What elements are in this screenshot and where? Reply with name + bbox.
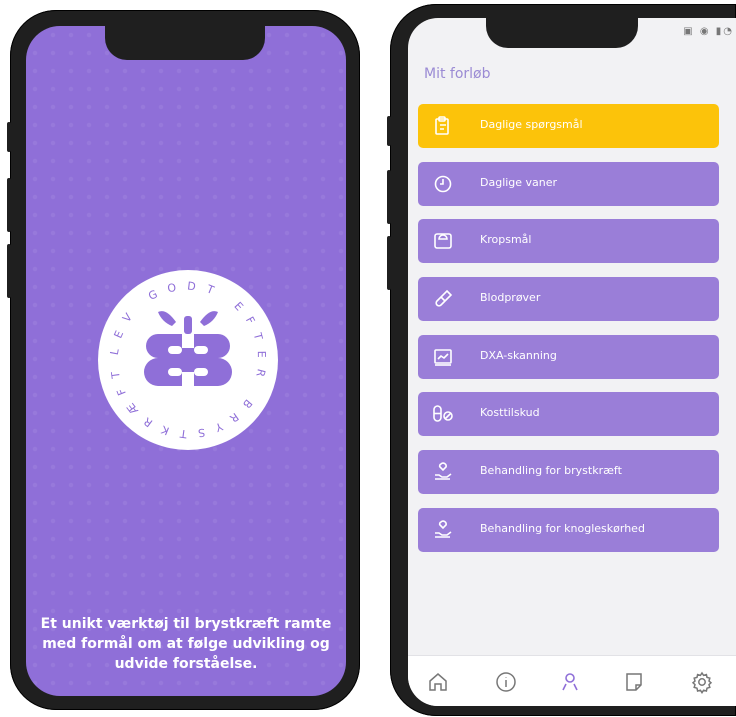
menu-item-label: Kosttilskud [480, 406, 540, 420]
tagline-line: Et unikt værktøj til brystkræft ramte [40, 616, 332, 632]
menu-item-label: DXA-skanning [480, 348, 557, 362]
clipboard-icon [435, 116, 449, 135]
person-icon[interactable] [558, 670, 582, 694]
volume-up-button [387, 170, 391, 224]
note-icon[interactable] [622, 670, 646, 694]
course-phone-frame: ▣ ◉ ▮◔ Mit forløb Daglige spørgsmål Dagl… [387, 4, 736, 716]
logo-mark-icon [144, 311, 232, 386]
tagline-line: med formål om at følge udvikling og [42, 636, 330, 652]
menu-item-blood-tests[interactable]: Blodprøver [418, 277, 719, 322]
menu-item-label: Blodprøver [480, 291, 541, 305]
care-hand-icon [435, 520, 452, 538]
phone-notch [486, 18, 638, 48]
app-logo-badge: LEV GODT EFTER BRYSTKRÆFT [98, 270, 278, 450]
menu-item-label: Kropsmål [480, 233, 532, 247]
menu-item-body-measurements[interactable]: Kropsmål [418, 219, 719, 264]
phone-notch [105, 26, 265, 60]
gear-icon[interactable] [690, 670, 714, 694]
app-tagline: Et unikt værktøj til brystkræft ramte me… [36, 614, 336, 674]
menu-item-dxa-scan[interactable]: DXA-skanning [418, 334, 719, 379]
volume-down-button [387, 236, 391, 290]
page-title: Mit forløb [424, 66, 491, 82]
menu-item-label: Daglige vaner [480, 175, 558, 189]
volume-up-button [7, 178, 11, 232]
clock-icon [434, 175, 452, 192]
volume-down-button [7, 244, 11, 298]
supplement-icon [433, 405, 453, 423]
splash-phone-frame: LEV GODT EFTER BRYSTKRÆFT Et unikt værkt… [7, 10, 360, 710]
info-icon[interactable] [494, 670, 518, 694]
menu-item-osteoporosis-treatment[interactable]: Behandling for knogleskørhed [418, 507, 719, 552]
menu-item-breast-cancer-treatment[interactable]: Behandling for brystkræft [418, 450, 719, 495]
care-hand-icon [435, 462, 452, 480]
menu-item-label: Behandling for brystkræft [480, 464, 622, 478]
tagline-line: udvide forståelse. [114, 656, 258, 672]
home-icon[interactable] [426, 670, 450, 694]
menu-item-label: Daglige spørgsmål [480, 118, 583, 131]
menu-item-supplements[interactable]: Kosttilskud [418, 392, 719, 437]
scan-chart-icon [434, 348, 452, 366]
menu-item-daily-habits[interactable]: Daglige vaner [418, 161, 719, 206]
course-menu: Daglige spørgsmål Daglige vaner Kropsmål [418, 104, 719, 566]
splash-screen: LEV GODT EFTER BRYSTKRÆFT Et unikt værkt… [26, 26, 346, 696]
test-tube-icon [435, 289, 453, 307]
menu-item-label: Behandling for knogleskørhed [480, 521, 645, 535]
mute-switch [7, 122, 11, 152]
mute-switch [387, 116, 391, 146]
bottom-tab-bar [408, 655, 736, 706]
course-screen: ▣ ◉ ▮◔ Mit forløb Daglige spørgsmål Dagl… [408, 18, 736, 706]
status-bar-icons: ▣ ◉ ▮◔ [683, 26, 734, 37]
scale-icon [434, 233, 452, 250]
menu-item-daily-questions[interactable]: Daglige spørgsmål [418, 104, 719, 148]
